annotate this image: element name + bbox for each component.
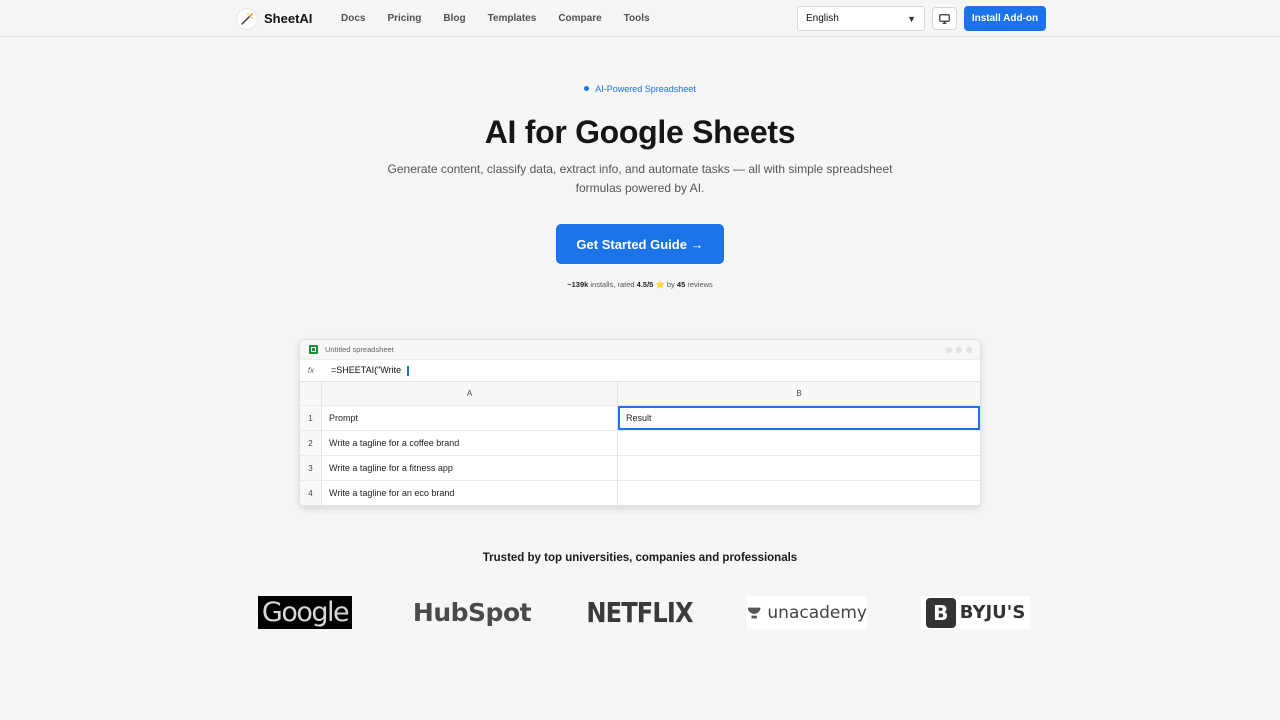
cell-a4[interactable]: Write a tagline for an eco brand — [322, 481, 618, 505]
rating-value: 4.5/5 — [636, 280, 654, 289]
badge-dot — [584, 86, 590, 92]
column-header-a[interactable]: A — [322, 382, 618, 405]
formula-input[interactable]: =SHEETAI("Write — [331, 365, 409, 376]
sheet-title: Untitled spreadsheet — [325, 345, 394, 354]
chevron-down-icon: ▼ — [907, 13, 916, 24]
byjus-logo: B BYJU'S — [921, 596, 1030, 629]
by-text: by — [666, 280, 675, 289]
row-number: 3 — [300, 456, 322, 480]
hero-badge: AI-Powered Spreadsheet — [0, 84, 1280, 94]
formula-bar: fx =SHEETAI("Write — [300, 360, 980, 382]
column-header-b[interactable]: B — [618, 382, 980, 405]
cell-a3[interactable]: Write a tagline for a fitness app — [322, 456, 618, 480]
cell-a2[interactable]: Write a tagline for a coffee brand — [322, 431, 618, 455]
fx-label: fx — [307, 366, 315, 375]
window-controls — [942, 347, 972, 353]
unacademy-logo-text: unacademy — [767, 602, 867, 623]
hero-subtitle: Generate content, classify data, extract… — [387, 162, 893, 195]
brand-name: SheetAI — [264, 11, 313, 26]
hubspot-logo-text: HubSpot — [412, 598, 532, 627]
unacademy-logo: unacademy — [747, 596, 867, 629]
google-logo: Google — [258, 596, 352, 629]
window-dot — [946, 347, 952, 353]
install-stats: ~139k installs, rated 4.5/5 ⭐ by 45 revi… — [0, 280, 1280, 289]
formula-text: =SHEETAI("Write — [331, 365, 402, 376]
get-started-button[interactable]: Get Started Guide → — [556, 224, 724, 264]
reviews-suffix: reviews — [687, 280, 713, 289]
window-dot — [956, 347, 962, 353]
hubspot-logo: HubSpot — [412, 596, 532, 629]
top-nav: SheetAI Docs Pricing Blog Templates Comp… — [0, 0, 1280, 37]
nav-link-templates[interactable]: Templates — [488, 13, 537, 24]
magic-wand-icon — [236, 7, 258, 30]
byjus-logo-text: BYJU'S — [959, 602, 1026, 623]
cell-b1[interactable]: Result — [618, 406, 980, 430]
spreadsheet-demo: Untitled spreadsheet fx =SHEETAI("Write … — [299, 339, 981, 506]
theme-toggle-button[interactable] — [932, 7, 957, 30]
byjus-mark-icon: B — [925, 597, 956, 628]
badge-text: AI-Powered Spreadsheet — [595, 84, 696, 94]
table-row: 3 Write a tagline for a fitness app — [300, 456, 980, 481]
row-number: 2 — [300, 431, 322, 455]
language-select[interactable]: English ▼ — [797, 6, 925, 31]
cell-a1[interactable]: Prompt — [322, 406, 618, 430]
nav-link-tools[interactable]: Tools — [624, 13, 650, 24]
language-value: English — [806, 13, 839, 24]
google-logo-text: Google — [261, 597, 350, 628]
installs-suffix: installs, rated — [590, 280, 635, 289]
unacademy-mark-icon — [747, 607, 761, 618]
table-row: 2 Write a tagline for a coffee brand — [300, 431, 980, 456]
row-number: 1 — [300, 406, 322, 430]
sheet-grid: A B 1 Prompt Result 2 Write a tagline fo… — [300, 382, 980, 505]
install-addon-button[interactable]: Install Add-on — [964, 6, 1046, 31]
nav-link-blog[interactable]: Blog — [443, 13, 465, 24]
window-dot — [966, 347, 972, 353]
reviews-count: 45 — [676, 280, 686, 289]
nav-link-docs[interactable]: Docs — [341, 13, 365, 24]
corner-cell — [300, 382, 322, 405]
google-sheets-icon — [309, 345, 318, 354]
nav-link-pricing[interactable]: Pricing — [387, 13, 421, 24]
star-icon: ⭐ — [655, 280, 665, 289]
nav-links: Docs Pricing Blog Templates Compare Tool… — [341, 0, 672, 37]
netflix-logo: NETFLIX — [586, 596, 693, 629]
hero-title: AI for Google Sheets — [484, 114, 796, 150]
monitor-icon — [939, 13, 950, 24]
brand-link[interactable]: SheetAI — [236, 7, 312, 30]
trust-heading: Trusted by top universities, companies a… — [482, 552, 798, 564]
nav-link-compare[interactable]: Compare — [558, 13, 601, 24]
cell-b3[interactable] — [618, 456, 980, 480]
sheet-title-bar: Untitled spreadsheet — [300, 340, 980, 360]
cell-b4[interactable] — [618, 481, 980, 505]
text-caret — [407, 365, 409, 376]
installs-count: ~139k — [567, 280, 589, 289]
netflix-logo-text: NETFLIX — [586, 596, 693, 629]
column-header-row: A B — [300, 382, 980, 406]
row-number: 4 — [300, 481, 322, 505]
table-row: 4 Write a tagline for an eco brand — [300, 481, 980, 505]
table-row: 1 Prompt Result — [300, 406, 980, 431]
cell-b2[interactable] — [618, 431, 980, 455]
